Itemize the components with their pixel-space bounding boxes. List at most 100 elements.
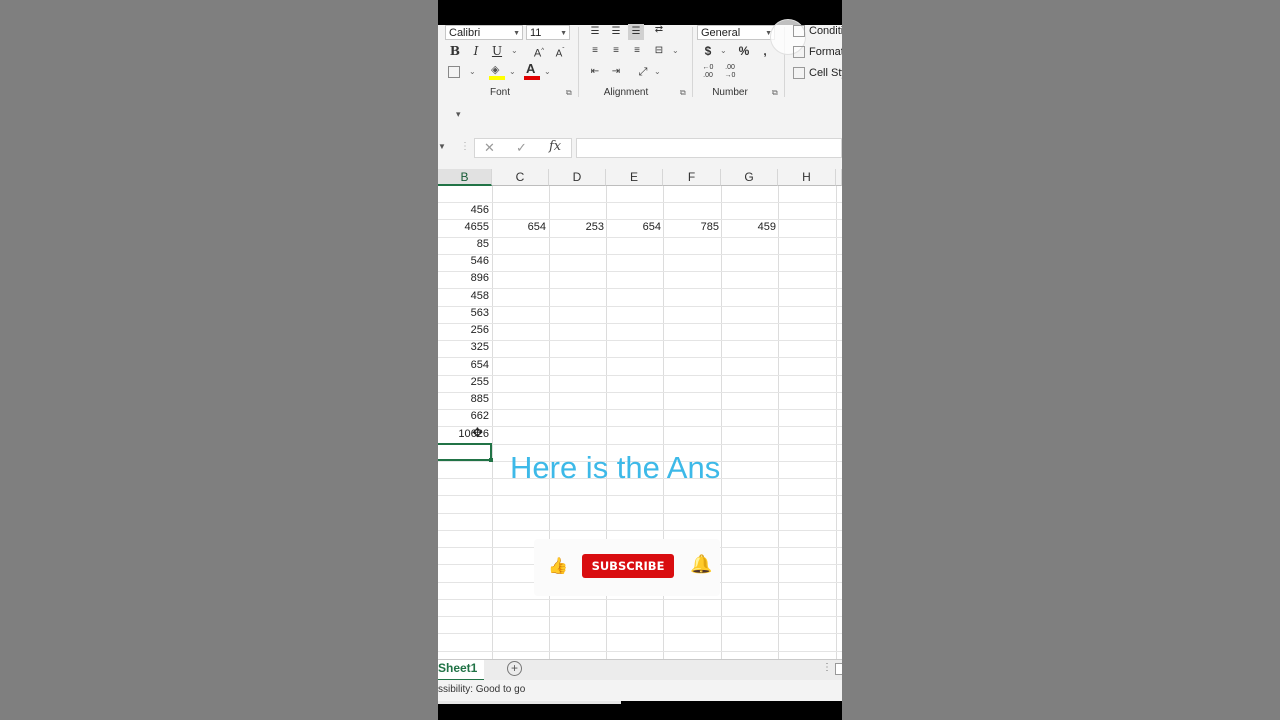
formula-input[interactable] [576, 138, 842, 158]
align-top-icon[interactable]: ☰ [587, 24, 603, 40]
dialog-launcher-icon[interactable]: ⧉ [566, 88, 572, 98]
decrease-decimal-icon[interactable]: .00 →0 [722, 64, 738, 80]
column-header-g[interactable]: G [721, 169, 778, 186]
column-header-f[interactable]: F [663, 169, 721, 186]
column-header-h[interactable]: H [778, 169, 836, 186]
orientation-icon[interactable]: ⤢ [635, 64, 651, 80]
wrap-text-icon[interactable]: ⇄ [651, 22, 667, 38]
alignment-group-label: Alignment [603, 87, 649, 98]
chevron-down-icon[interactable]: ⌄ [672, 46, 679, 55]
cell-b[interactable]: 456 [438, 202, 489, 219]
cell-b[interactable]: 458 [438, 288, 489, 305]
column-header-d[interactable]: D [549, 169, 606, 186]
row-gridline [438, 357, 842, 358]
font-name-box[interactable]: Calibri ▼ [445, 25, 523, 40]
column-header-e[interactable]: E [606, 169, 663, 186]
comma-button[interactable]: , [757, 43, 773, 59]
increase-indent-icon[interactable]: ⇥ [608, 64, 624, 80]
thumbs-up-icon[interactable]: 👍 [548, 556, 568, 576]
cell-e[interactable]: 654 [606, 219, 661, 236]
chevron-down-icon[interactable]: ⌄ [544, 67, 551, 76]
cell-b[interactable]: 325 [438, 339, 489, 356]
cell-d[interactable]: 253 [549, 219, 604, 236]
add-sheet-icon[interactable]: + [507, 661, 522, 676]
chevron-down-icon[interactable]: ⌄ [654, 67, 661, 76]
fill-handle[interactable] [489, 458, 493, 462]
row-gridline [438, 530, 842, 531]
insert-function-icon[interactable]: fx [549, 139, 561, 154]
font-color-button[interactable]: A [524, 61, 540, 80]
scrollbar-arrow[interactable] [835, 663, 842, 675]
italic-button[interactable]: I [468, 43, 484, 59]
borders-icon[interactable] [448, 66, 460, 78]
cell-b[interactable]: 255 [438, 374, 489, 391]
chevron-down-icon[interactable]: ⌄ [511, 46, 518, 55]
decrease-indent-icon[interactable]: ⇤ [587, 64, 603, 80]
accessibility-status[interactable]: ssibility: Good to go [438, 684, 525, 695]
bold-button[interactable]: B [447, 43, 463, 59]
font-group-label: Font [489, 87, 510, 98]
chevron-down-icon[interactable]: ⌄ [509, 67, 516, 76]
percent-button[interactable]: % [736, 43, 752, 59]
align-left-icon[interactable]: ≡ [587, 43, 603, 59]
cell-b[interactable]: 85 [438, 236, 489, 253]
font-size-box[interactable]: 11 ▼ [526, 25, 570, 40]
fill-color-button[interactable]: ◈ [489, 63, 505, 80]
cell-b[interactable]: 4655 [438, 219, 489, 236]
dialog-launcher-icon[interactable]: ⧉ [680, 88, 686, 98]
increase-font-icon[interactable]: A^ [531, 43, 547, 60]
bell-icon[interactable]: 🔔 [690, 554, 712, 575]
enter-check-icon[interactable]: ✓ [516, 140, 527, 156]
cell-b[interactable]: 546 [438, 253, 489, 270]
cell-b[interactable]: 654 [438, 357, 489, 374]
number-format-box[interactable]: General ▼ [697, 25, 775, 40]
row-gridline [438, 409, 842, 410]
row-gridline [438, 616, 842, 617]
increase-decimal-icon[interactable]: ←0.00 [700, 64, 716, 80]
underline-button[interactable]: U [489, 43, 505, 59]
chevron-down-icon: ▼ [560, 30, 567, 37]
align-right-icon[interactable]: ≡ [629, 43, 645, 59]
answer-caption: Here is the Ans [510, 450, 721, 485]
cell-styles-icon [793, 67, 805, 79]
align-middle-icon[interactable]: ☰ [608, 24, 624, 40]
currency-button[interactable]: $ [700, 43, 716, 59]
align-bottom-icon[interactable]: ☰ [628, 24, 644, 40]
merge-center-icon[interactable]: ⊟ [651, 43, 667, 59]
column-header-i[interactable] [836, 169, 842, 186]
column-gridline [778, 186, 779, 659]
cell-b[interactable]: 896 [438, 270, 489, 287]
cell-b[interactable]: 563 [438, 305, 489, 322]
cell-styles-button[interactable]: Cell Sty [809, 67, 842, 79]
name-box-chevron-icon[interactable]: ▼ [438, 142, 446, 151]
sheet-tab-bar: Sheet1 + ⋮ [438, 659, 842, 681]
customize-arrow-icon[interactable]: ▾ [456, 109, 461, 120]
format-as-table-button[interactable]: Format [809, 46, 842, 58]
row-gridline [438, 426, 842, 427]
conditional-formatting-button[interactable]: Conditi [809, 25, 842, 37]
group-separator [692, 27, 693, 97]
cell-b[interactable]: 256 [438, 322, 489, 339]
align-center-icon[interactable]: ≡ [608, 43, 624, 59]
cursor-icon: ✥ [472, 425, 483, 440]
chevron-down-icon[interactable]: ⌄ [720, 46, 727, 55]
cell-b[interactable]: 885 [438, 391, 489, 408]
column-header-b[interactable]: B [438, 169, 492, 186]
column-header-c[interactable]: C [492, 169, 549, 186]
subscribe-button[interactable]: SUBSCRIBE [582, 554, 674, 578]
cell-b[interactable]: 662 [438, 408, 489, 425]
font-name-value: Calibri [449, 27, 481, 39]
sheet-tab[interactable]: Sheet1 [438, 660, 484, 681]
row-gridline [438, 306, 842, 307]
decrease-font-icon[interactable]: Aˇ [552, 43, 568, 59]
dialog-launcher-icon[interactable]: ⧉ [772, 88, 778, 98]
cell-f[interactable]: 785 [663, 219, 719, 236]
cancel-icon[interactable]: ✕ [484, 140, 495, 156]
cell-g[interactable]: 459 [721, 219, 776, 236]
row-gridline [438, 323, 842, 324]
selected-cell[interactable] [438, 443, 493, 462]
more-dots-icon: ⋮ [822, 662, 832, 673]
cell-c[interactable]: 654 [492, 219, 546, 236]
chevron-down-icon[interactable]: ⌄ [469, 67, 476, 76]
quick-access-area: ▾ [438, 101, 842, 129]
